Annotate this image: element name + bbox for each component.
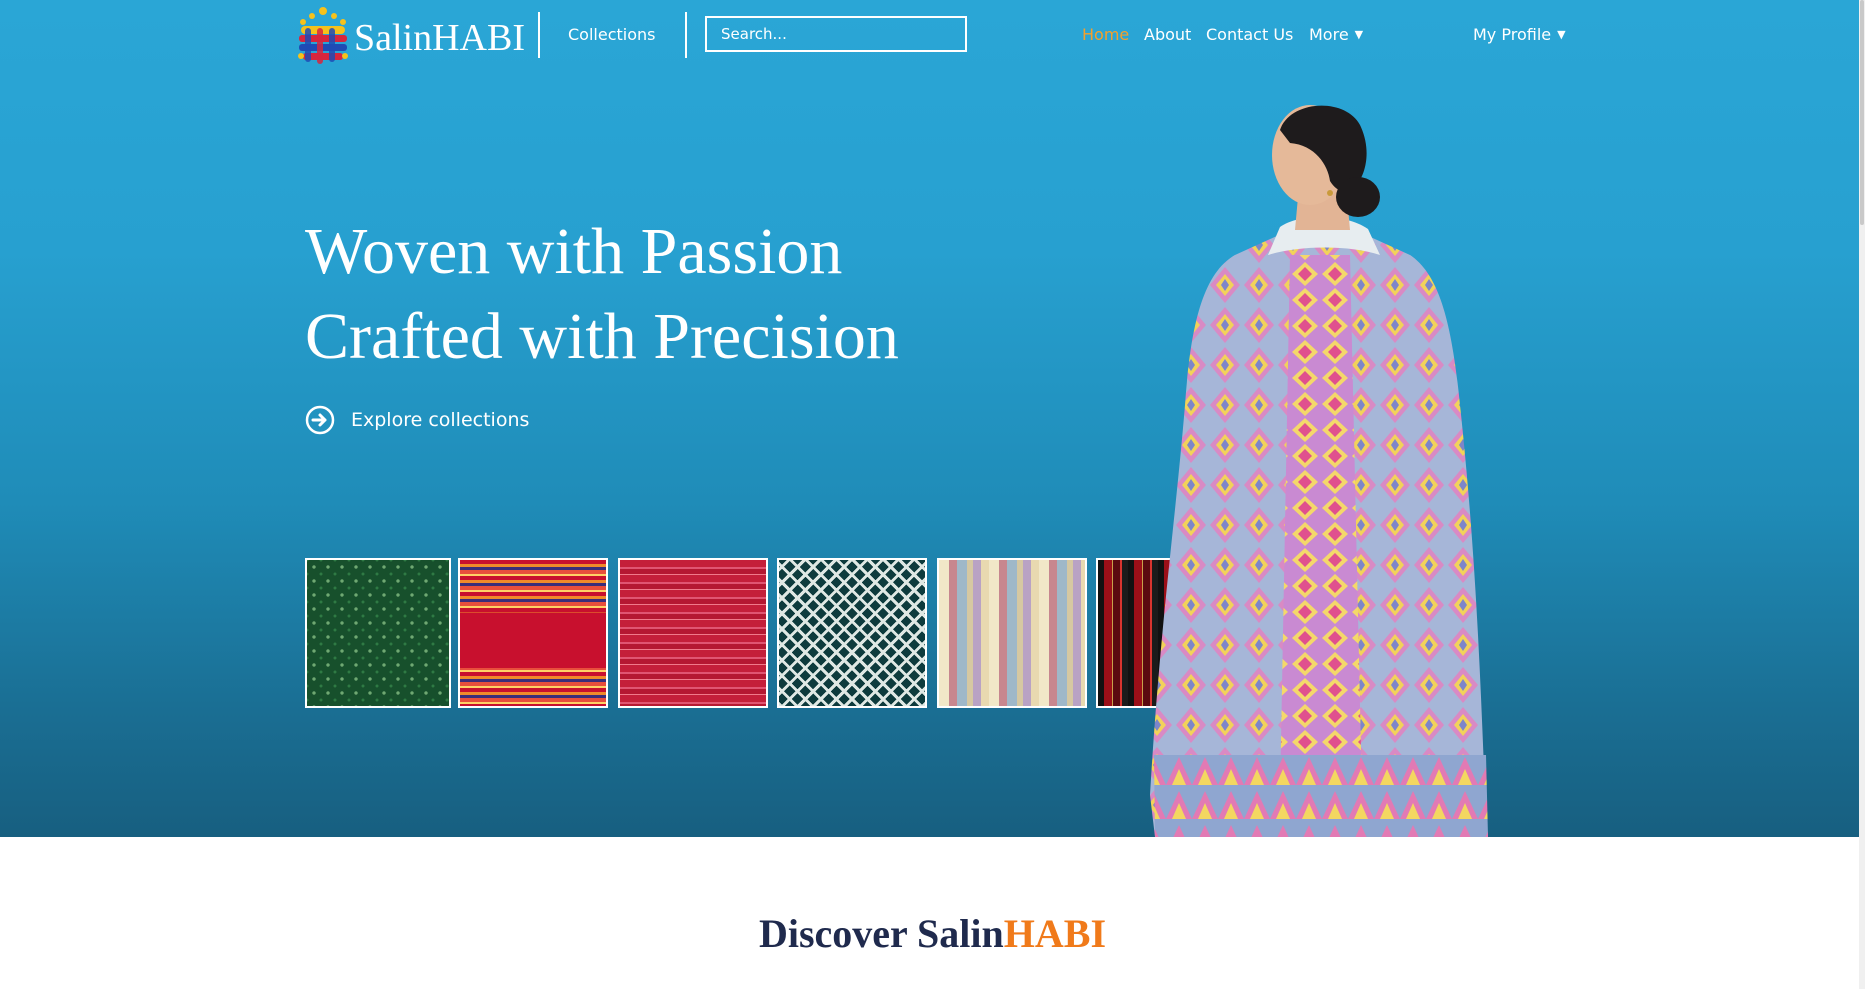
nav-divider: [538, 12, 540, 58]
model-woven-coat-image: [1150, 105, 1488, 837]
swatch-red-pinstripe-weave[interactable]: [618, 558, 768, 708]
arrow-circle-right-icon: [305, 405, 335, 435]
swatch-pastel-vertical-stripes[interactable]: [937, 558, 1087, 708]
hero-section: SalinHABI Collections Home About Contact…: [0, 0, 1865, 837]
nav-more-label: More: [1309, 25, 1349, 44]
nav-my-profile[interactable]: My Profile ▼: [1473, 25, 1566, 45]
swatch-green-dotted-weave[interactable]: [305, 558, 451, 708]
search-input[interactable]: [705, 16, 967, 52]
discover-heading-part1: Discover Salin: [758, 911, 1004, 956]
salinhabi-logo-icon[interactable]: [295, 6, 351, 66]
nav-about[interactable]: About: [1144, 25, 1191, 45]
nav-contact-us[interactable]: Contact Us: [1206, 25, 1293, 45]
chevron-down-icon: ▼: [1354, 28, 1364, 41]
nav-more[interactable]: More ▼: [1309, 25, 1363, 45]
discover-heading: Discover SalinHABI: [0, 910, 1865, 958]
scrollbar-thumb[interactable]: [1860, 0, 1864, 225]
explore-collections-label: Explore collections: [351, 409, 530, 431]
hero-headline-line1: Woven with Passion: [305, 215, 843, 288]
nav-home[interactable]: Home: [1082, 25, 1129, 45]
explore-collections-link[interactable]: Explore collections: [305, 405, 529, 435]
nav-collections[interactable]: Collections: [568, 25, 655, 45]
swatch-teal-diamond-weave[interactable]: [777, 558, 927, 708]
discover-heading-part2: HABI: [1003, 911, 1107, 956]
brand-name[interactable]: SalinHABI: [354, 14, 525, 62]
my-profile-label: My Profile: [1473, 25, 1552, 44]
swatch-red-striped-weave[interactable]: [458, 558, 608, 708]
nav-divider: [685, 12, 687, 58]
page-scrollbar[interactable]: [1859, 0, 1865, 989]
chevron-down-icon: ▼: [1557, 28, 1566, 41]
hero-headline-line2: Crafted with Precision: [305, 300, 899, 373]
